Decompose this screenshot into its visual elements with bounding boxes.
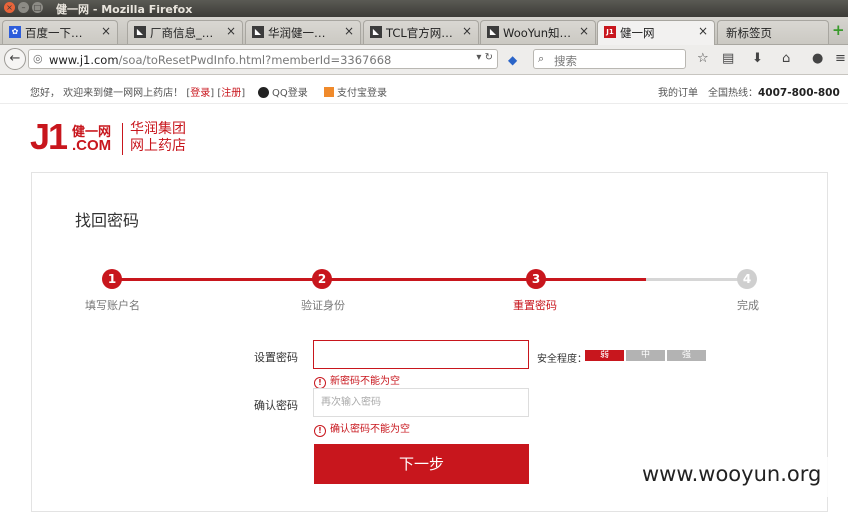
tab-close-icon[interactable]: ×: [344, 24, 354, 38]
download-icon[interactable]: ⬇: [752, 52, 763, 66]
url-text[interactable]: www.j1.com/soa/toResetPwdInfo.html?membe…: [49, 53, 391, 67]
new-password-input[interactable]: [313, 340, 529, 369]
home-icon[interactable]: ⌂: [782, 52, 790, 66]
step-2-label: 验证身份: [301, 299, 345, 312]
qq-login-link[interactable]: QQ登录: [258, 84, 308, 99]
step-3-dot: 3: [526, 269, 546, 289]
window-titlebar: × – □ 健一网 - Mozilla Firefox: [0, 0, 848, 17]
nav-bar: ← ◎ www.j1.com/soa/toResetPwdInfo.html?m…: [0, 45, 848, 75]
welcome-text: 您好， 欢迎来到健一网网上药店！ [登录] [注册]: [30, 88, 246, 99]
tab-strip: ✿ 百度一下… × ◣ 厂商信息_… × ◣ 华润健一… × ◣ TCL官方网……: [0, 17, 848, 45]
confirm-password-label: 确认密码: [254, 399, 298, 412]
chat-icon[interactable]: ●: [812, 52, 823, 66]
site-top-bar: 您好， 欢迎来到健一网网上药店！ [登录] [注册] QQ登录 支付宝登录 我的…: [0, 75, 848, 104]
next-step-button[interactable]: 下一步: [314, 444, 529, 484]
window-minimize-icon[interactable]: –: [18, 2, 29, 13]
alipay-icon: [324, 87, 334, 97]
globe-icon: ◎: [33, 52, 43, 65]
confirm-password-error: ! 确认密码不能为空: [314, 420, 410, 437]
tab-label: TCL官方网…: [386, 26, 453, 40]
password-label: 设置密码: [254, 351, 298, 364]
tab-label: 厂商信息_…: [150, 26, 214, 40]
window-close-icon[interactable]: ×: [4, 2, 15, 13]
login-link[interactable]: 登录: [190, 88, 210, 99]
tab-label: 华润健一…: [268, 26, 326, 40]
tab-wooyun[interactable]: ◣ WooYun知… ×: [480, 20, 596, 44]
reading-list-icon[interactable]: ▤: [722, 52, 734, 66]
reload-icon[interactable]: ▾ ↻: [476, 52, 493, 63]
wooyun-icon: ◣: [134, 26, 146, 38]
url-bar[interactable]: ◎ www.j1.com/soa/toResetPwdInfo.html?mem…: [28, 49, 498, 69]
wooyun-icon: ◣: [252, 26, 264, 38]
my-orders-link[interactable]: 我的订单: [658, 84, 698, 99]
progress-line-todo: [646, 278, 746, 281]
page-title: 找回密码: [75, 211, 140, 230]
tab-close-icon[interactable]: ×: [579, 24, 589, 38]
tab-baidu[interactable]: ✿ 百度一下… ×: [2, 20, 118, 44]
tab-new[interactable]: 新标签页: [717, 20, 829, 44]
error-icon: !: [314, 425, 326, 437]
tab-label: 新标签页: [726, 26, 772, 40]
tab-tcl[interactable]: ◣ TCL官方网… ×: [363, 20, 479, 44]
window-maximize-icon[interactable]: □: [32, 2, 43, 13]
tab-close-icon[interactable]: ×: [226, 24, 236, 38]
search-bar[interactable]: ⌕ 搜索: [533, 49, 686, 69]
step-1-label: 填写账户名: [85, 299, 140, 312]
tab-huarun[interactable]: ◣ 华润健一… ×: [245, 20, 361, 44]
search-icon: ⌕: [538, 52, 545, 65]
menu-icon[interactable]: ≡: [835, 52, 846, 66]
strength-label: 安全程度：: [537, 354, 587, 365]
confirm-password-input[interactable]: [313, 388, 529, 417]
qq-penguin-icon: [258, 87, 269, 98]
wooyun-icon: ◣: [487, 26, 499, 38]
step-4-dot: 4: [737, 269, 757, 289]
j1-icon: J1: [604, 26, 616, 38]
tab-label: 百度一下…: [25, 26, 83, 40]
baidu-paw-icon: ✿: [9, 26, 21, 38]
alipay-login-link[interactable]: 支付宝登录: [324, 84, 387, 99]
tab-close-icon[interactable]: ×: [698, 24, 708, 38]
tab-close-icon[interactable]: ×: [101, 24, 111, 38]
step-2-dot: 2: [312, 269, 332, 289]
password-error: ! 新密码不能为空: [314, 372, 400, 389]
hotline: 全国热线：4007-800-800: [708, 87, 840, 99]
back-arrow-icon[interactable]: ←: [4, 48, 26, 70]
strength-medium: 中: [626, 350, 665, 361]
tab-label: WooYun知…: [503, 26, 572, 40]
tab-close-icon[interactable]: ×: [462, 24, 472, 38]
tab-vendor-info[interactable]: ◣ 厂商信息_… ×: [127, 20, 243, 44]
tab-j1-active[interactable]: J1 健一网 ×: [597, 20, 715, 45]
register-link[interactable]: 注册: [221, 88, 241, 99]
bookmark-star-icon[interactable]: ☆: [697, 52, 709, 66]
search-placeholder: 搜索: [554, 54, 577, 68]
progress-line-done: [112, 278, 646, 281]
wooyun-icon: ◣: [370, 26, 382, 38]
bookmark-bird-icon[interactable]: ◆: [508, 53, 517, 67]
strength-strong: 强: [667, 350, 706, 361]
strength-weak: 弱: [585, 350, 624, 361]
step-3-label: 重置密码: [513, 299, 557, 312]
step-1-dot: 1: [102, 269, 122, 289]
new-tab-plus-icon[interactable]: +: [832, 23, 846, 38]
window-title: 健一网 - Mozilla Firefox: [56, 3, 193, 16]
tab-label: 健一网: [620, 26, 655, 40]
wooyun-watermark: www.wooyun.org: [622, 457, 848, 497]
step-4-label: 完成: [737, 299, 759, 312]
